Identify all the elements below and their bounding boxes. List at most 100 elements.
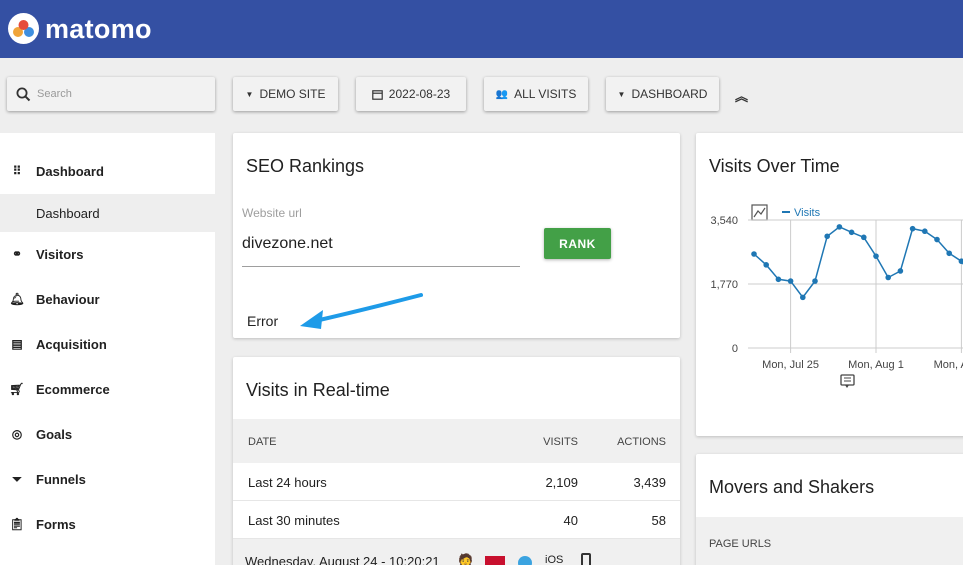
sidebar-item-label: Visitors: [36, 246, 84, 262]
y-tick-label: 1,770: [710, 279, 738, 291]
widget-title: Movers and Shakers: [709, 477, 875, 497]
widget-title: Visits in Real-time: [246, 380, 390, 400]
movers-shakers-widget: Movers and Shakers PAGE URLS: [696, 454, 963, 565]
evolution-graph-icon-line: [753, 207, 766, 218]
series-line-visits: [753, 226, 963, 299]
y-tick-label: 3,540: [710, 215, 738, 227]
matomo-logo[interactable]: matomo: [8, 13, 152, 44]
sidebar-item-funnels[interactable]: ⏷ Funnels: [0, 461, 215, 497]
search-input[interactable]: Search: [7, 77, 215, 111]
sidebar-item-acquisition[interactable]: ▤ Acquisition: [0, 326, 215, 362]
ios-icon: iOS: [545, 554, 564, 565]
site-selector-label: DEMO SITE: [259, 87, 326, 101]
data-point[interactable]: [861, 234, 867, 241]
last-visit-row[interactable]: Wednesday, August 24 - 10:20:21 🧑 iOS: [233, 539, 680, 565]
data-point[interactable]: [812, 278, 818, 284]
column-header-actions[interactable]: ACTIONS: [617, 436, 666, 448]
seo-rankings-widget: SEO Rankings Website url divezone.net RA…: [233, 133, 680, 338]
widget-title: Visits Over Time: [709, 156, 840, 176]
data-point[interactable]: [775, 276, 782, 283]
target-icon: ◎: [11, 427, 23, 441]
data-point[interactable]: [934, 236, 940, 243]
sidebar-item-label: Ecommerce: [36, 381, 110, 397]
data-point[interactable]: [836, 224, 843, 230]
visitor-icon: 🧑: [458, 553, 473, 565]
data-point[interactable]: [824, 233, 830, 240]
data-point[interactable]: [800, 294, 806, 301]
browser-icon: [518, 556, 532, 565]
collapse-chevron-icon[interactable]: ︽: [735, 86, 748, 105]
visits-over-time-widget: Visits Over Time Visits 3,540 1,770 0 Mon, …: [696, 133, 963, 436]
sidebar-item-forms[interactable]: 📋︎ Forms: [0, 506, 215, 542]
input-underline: [242, 266, 520, 267]
cart-icon: 🛒︎: [9, 382, 25, 396]
x-tick-label: Mon, Aug 8: [934, 359, 963, 371]
smartphone-icon: [581, 553, 591, 565]
x-tick-label: Mon, Aug 1: [848, 359, 904, 371]
site-selector[interactable]: ▼ DEMO SITE: [233, 77, 338, 111]
segment-selector[interactable]: 👥 ALL VISITS: [484, 77, 588, 111]
error-message: Error: [247, 313, 279, 329]
annotation-icon[interactable]: [840, 374, 855, 388]
widget-title: SEO Rankings: [246, 156, 365, 176]
column-header-page-urls[interactable]: PAGE URLS: [709, 538, 771, 550]
date-selector-label: 2022-08-23: [388, 87, 451, 101]
sidebar-item-label: Acquisition: [36, 336, 107, 352]
sidebar-item-visitors[interactable]: ⚭ Visitors: [0, 236, 215, 272]
data-point[interactable]: [897, 268, 904, 274]
column-header-visits[interactable]: VISITS: [543, 436, 578, 448]
matomo-logo-icon: [8, 13, 39, 44]
table-header: DATE VISITS ACTIONS: [233, 419, 680, 463]
sidebar-item-dashboard[interactable]: ⠿ Dashboard: [0, 153, 215, 189]
sidebar-item-behaviour[interactable]: 🔔︎ Behaviour: [0, 281, 215, 317]
sidebar-subitem-label: Dashboard: [36, 205, 100, 221]
table-row: Last 30 minutes 40 58: [233, 501, 680, 539]
sidebar-item-label: Forms: [36, 516, 76, 532]
data-point[interactable]: [909, 225, 916, 232]
column-header-date[interactable]: DATE: [248, 436, 277, 448]
grid-icon: ⠿: [12, 164, 22, 178]
caret-down-icon: ▼: [617, 89, 626, 99]
binoculars-icon: ⚭: [11, 247, 23, 261]
data-point[interactable]: [848, 229, 855, 236]
annotation-arrow: [300, 293, 423, 329]
data-point[interactable]: [885, 274, 891, 281]
flag-denmark-icon: [485, 556, 505, 565]
row-date: Last 24 hours: [248, 475, 327, 490]
legend-label[interactable]: Visits: [794, 207, 821, 219]
sidebar-item-ecommerce[interactable]: 🛒︎ Ecommerce: [0, 371, 215, 407]
sidebar-item-goals[interactable]: ◎ Goals: [0, 416, 215, 452]
brand-name: matomo: [45, 13, 152, 44]
dashboard-selector-label: DASHBOARD: [631, 87, 708, 101]
table-header: PAGE URLS: [696, 517, 963, 565]
table-row: Last 24 hours 2,109 3,439: [233, 463, 680, 501]
date-selector[interactable]: 2022-08-23: [356, 77, 466, 111]
data-point[interactable]: [946, 250, 952, 257]
users-icon: 👥: [495, 88, 509, 100]
sidebar-item-label: Goals: [36, 426, 73, 442]
row-visits: 40: [563, 513, 578, 528]
data-point[interactable]: [751, 251, 757, 257]
dashboard-selector[interactable]: ▼ DASHBOARD: [606, 77, 719, 111]
visits-line-chart: Visits 3,540 1,770 0 Mon, Jul 25 Mon, Aug 1 M…: [710, 204, 963, 388]
data-point[interactable]: [922, 228, 928, 235]
sidebar-subitem-dashboard[interactable]: Dashboard: [0, 194, 215, 232]
rank-button[interactable]: RANK: [544, 228, 611, 259]
sidebar: ⠿ Dashboard Dashboard ⚭ Visitors 🔔︎ Beha…: [0, 133, 215, 565]
last-visit-time: Wednesday, August 24 - 10:20:21: [245, 554, 440, 565]
clipboard-icon: 📋︎: [9, 517, 25, 531]
data-point[interactable]: [873, 253, 879, 259]
x-tick-label: Mon, Jul 25: [762, 359, 819, 371]
sidebar-item-label: Dashboard: [36, 163, 104, 179]
row-visits: 2,109: [545, 475, 578, 490]
website-url-input[interactable]: divezone.net: [242, 235, 333, 253]
row-actions: 3,439: [633, 475, 666, 490]
search-placeholder: Search: [37, 88, 72, 100]
calendar-icon: ▤: [11, 337, 23, 351]
segment-selector-label: ALL VISITS: [514, 87, 577, 101]
data-point[interactable]: [787, 278, 794, 284]
realtime-widget: Visits in Real-time DATE VISITS ACTIONS …: [233, 357, 680, 565]
data-point[interactable]: [763, 262, 769, 268]
calendar-icon: [371, 89, 383, 100]
sidebar-item-label: Behaviour: [36, 291, 100, 307]
